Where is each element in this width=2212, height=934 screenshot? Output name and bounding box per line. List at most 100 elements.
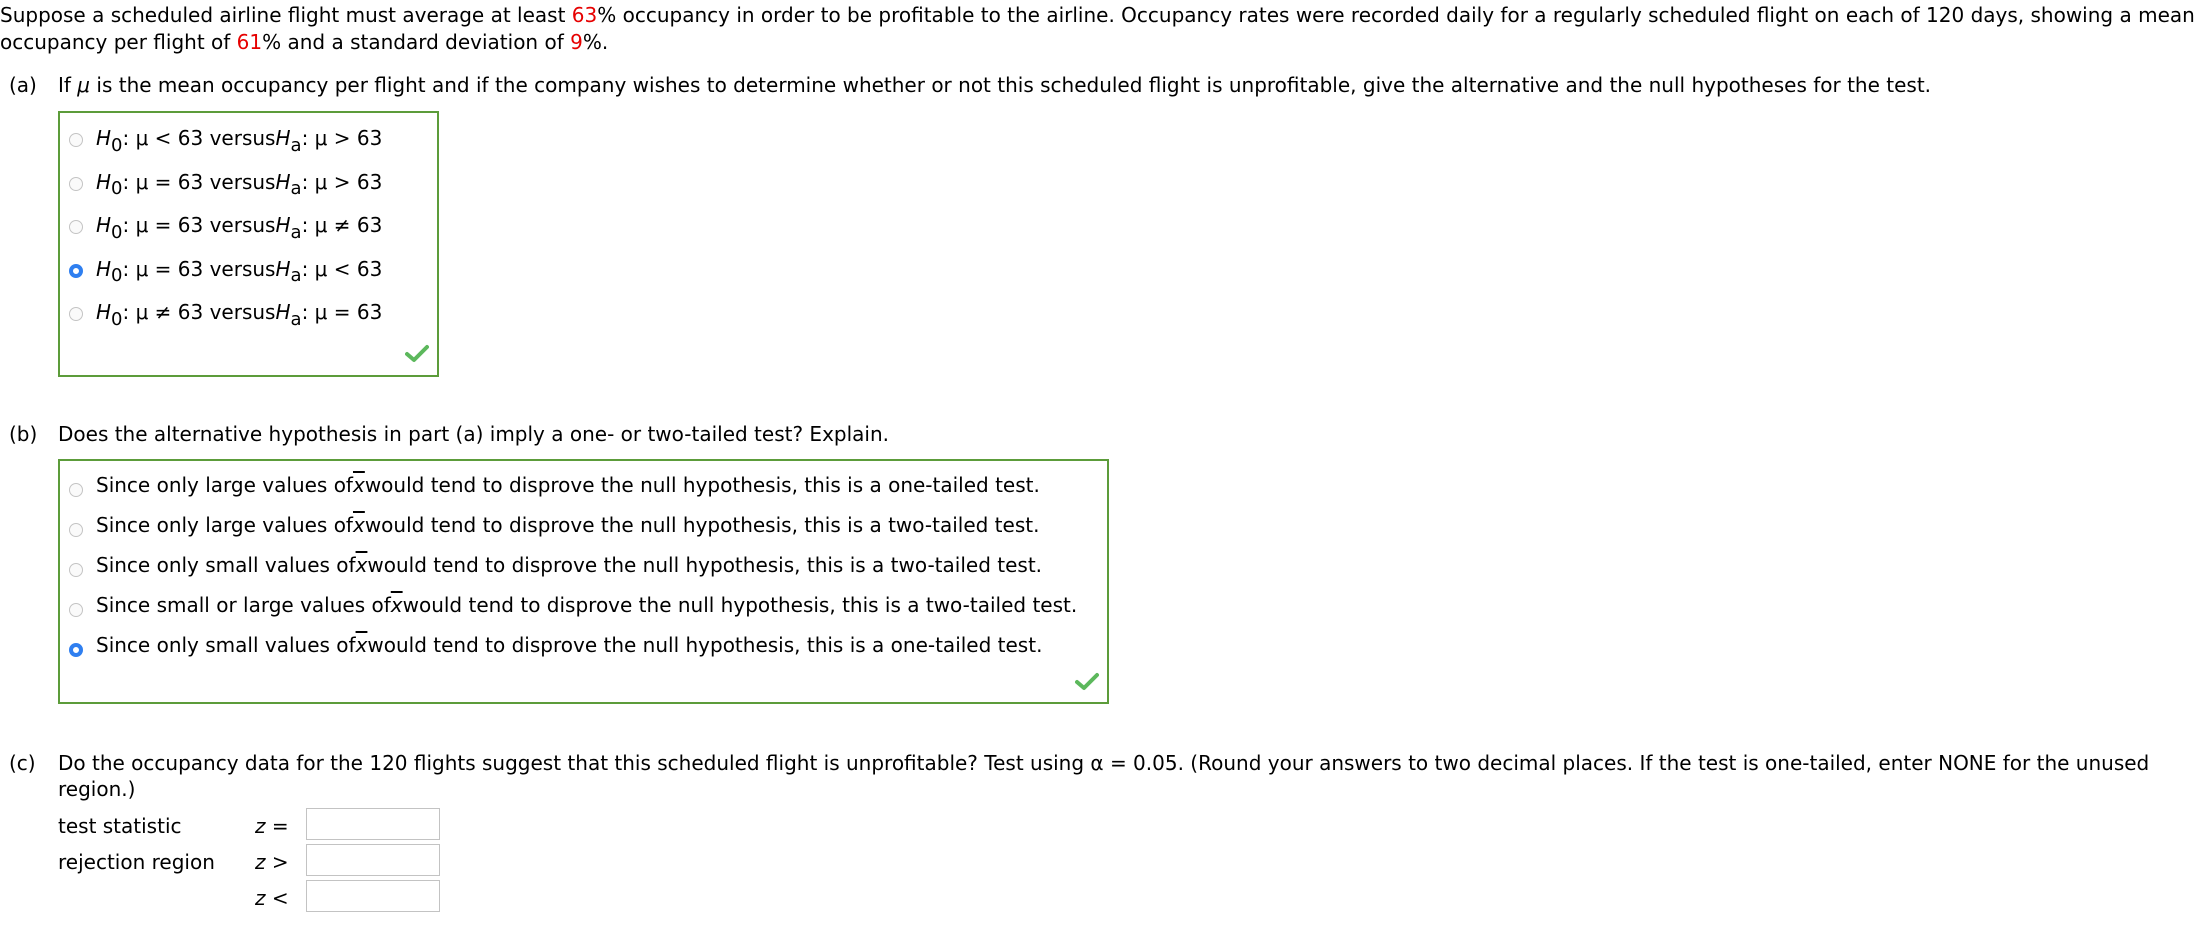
option-text: Since only small values of: [96, 633, 356, 657]
x-bar-symbol: x: [352, 473, 365, 497]
option-text: Since only large values of: [96, 473, 353, 497]
question-text: If: [58, 73, 78, 97]
z-greater-label: z >: [255, 850, 289, 874]
intro-text: % and a standard deviation of: [262, 30, 571, 54]
test-statistic-input[interactable]: [306, 808, 440, 840]
z-symbol: z: [255, 850, 266, 874]
tail-explanation-option[interactable]: Since only large values of x would tend …: [69, 510, 1040, 540]
ha-text: : μ ≠ 63: [301, 213, 383, 237]
h0-text: : μ ≠ 63 versus: [122, 300, 276, 324]
operator: >: [271, 850, 289, 874]
option-text: would tend to disprove the null hypothes…: [364, 473, 1040, 497]
h0-text: : μ < 63 versus: [122, 126, 276, 150]
ha-subscript: a: [290, 178, 302, 199]
option-text: Since only large values of: [96, 513, 353, 537]
ha-text: : μ > 63: [301, 126, 383, 150]
problem-intro: Suppose a scheduled airline flight must …: [0, 2, 2212, 56]
radio-button[interactable]: [69, 176, 83, 191]
h-symbol: H: [96, 169, 112, 194]
h-symbol: H: [96, 300, 112, 324]
ha-subscript: a: [290, 134, 302, 156]
option-text: would tend to disprove the null hypothes…: [364, 513, 1040, 537]
tail-explanation-option[interactable]: Since only small values of x would tend …: [69, 550, 1043, 580]
x-bar-symbol: x: [352, 513, 365, 537]
tail-explanation-option[interactable]: Since only large values of x would tend …: [69, 470, 1040, 500]
hypothesis-option[interactable]: H0: μ = 63 versus Ha: μ > 63: [69, 167, 383, 199]
part-b-question: Does the alternative hypothesis in part …: [58, 422, 890, 446]
ha-text: : μ > 63: [301, 169, 383, 194]
h-symbol: H: [275, 169, 291, 194]
mu-symbol: μ: [77, 73, 91, 97]
intro-text: %.: [582, 30, 609, 54]
z-less-label: z <: [255, 886, 289, 910]
part-b-answer-box: Since only large values of x would tend …: [58, 459, 1109, 704]
x-bar-symbol: x: [355, 553, 368, 577]
h0-text: : μ = 63 versus: [122, 213, 276, 237]
h-symbol: H: [96, 213, 112, 237]
h-symbol: H: [275, 213, 291, 237]
part-c-question-line2: region.): [58, 777, 136, 801]
correct-check-icon: [405, 345, 429, 362]
x-bar-symbol: x: [355, 633, 368, 657]
part-c-label: (c): [9, 751, 36, 775]
hypothesis-option[interactable]: H0: μ = 63 versus Ha: μ ≠ 63: [69, 210, 383, 243]
ha-text: : μ < 63: [301, 256, 383, 281]
z-equals-label: z =: [255, 814, 289, 838]
h-symbol: H: [96, 126, 112, 150]
correct-check-icon: [1075, 673, 1099, 690]
rejection-region-label: rejection region: [58, 850, 215, 874]
std-dev-value: 9: [570, 30, 583, 54]
operator: <: [271, 886, 289, 910]
h-symbol: H: [275, 300, 291, 324]
intro-text: Suppose a scheduled airline flight must …: [0, 3, 572, 27]
radio-button[interactable]: [69, 563, 83, 577]
option-text: Since small or large values of: [96, 593, 391, 617]
radio-button[interactable]: [69, 263, 83, 278]
h0-subscript: 0: [111, 308, 123, 330]
h0-text: : μ = 63 versus: [122, 256, 276, 281]
ha-text: : μ = 63: [301, 300, 383, 324]
radio-button[interactable]: [69, 643, 83, 657]
hypothesis-option[interactable]: H0: μ ≠ 63 versus Ha: μ = 63: [69, 297, 383, 330]
h0-subscript: 0: [111, 178, 123, 199]
mean-occupancy-value: 61: [236, 30, 263, 54]
h0-text: : μ = 63 versus: [122, 169, 276, 194]
hypothesis-option[interactable]: H0: μ < 63 versus Ha: μ > 63: [69, 123, 383, 156]
tail-explanation-option[interactable]: Since only small values of x would tend …: [69, 630, 1043, 660]
rejection-upper-input[interactable]: [306, 844, 440, 876]
option-text: would tend to disprove the null hypothes…: [367, 553, 1043, 577]
radio-button[interactable]: [69, 220, 83, 234]
part-a-label: (a): [9, 73, 37, 97]
h-symbol: H: [96, 256, 112, 281]
radio-button[interactable]: [69, 307, 83, 321]
z-symbol: z: [255, 886, 266, 910]
test-statistic-label: test statistic: [58, 814, 182, 838]
ha-subscript: a: [290, 308, 302, 330]
min-occupancy-value: 63: [571, 3, 598, 27]
x-bar-symbol: x: [390, 593, 403, 617]
h-symbol: H: [275, 126, 291, 150]
h0-subscript: 0: [111, 221, 123, 243]
question-text: is the mean occupancy per flight and if …: [90, 73, 1932, 97]
h-symbol: H: [275, 256, 291, 281]
part-a-question: If μ is the mean occupancy per flight an…: [58, 73, 1931, 97]
option-text: would tend to disprove the null hypothes…: [367, 633, 1043, 657]
z-symbol: z: [255, 814, 266, 838]
operator: =: [271, 814, 289, 838]
radio-button[interactable]: [69, 603, 83, 617]
hypothesis-option[interactable]: H0: μ = 63 versus Ha: μ < 63: [69, 254, 383, 286]
tail-explanation-option[interactable]: Since small or large values of x would t…: [69, 590, 1078, 620]
radio-button[interactable]: [69, 523, 83, 537]
option-text: would tend to disprove the null hypothes…: [402, 593, 1078, 617]
part-a-answer-box: H0: μ < 63 versus Ha: μ > 63 H 0: μ = 63 v…: [58, 111, 439, 377]
radio-button[interactable]: [69, 483, 83, 497]
part-c-question-line1: Do the occupancy data for the 120 flight…: [58, 751, 2150, 775]
part-b-label: (b): [9, 422, 38, 446]
h0-subscript: 0: [111, 134, 123, 156]
rejection-lower-input[interactable]: [306, 880, 440, 912]
ha-subscript: a: [290, 265, 302, 286]
radio-button[interactable]: [69, 133, 83, 147]
option-text: Since only small values of: [96, 553, 356, 577]
h0-subscript: 0: [111, 265, 123, 286]
ha-subscript: a: [290, 221, 302, 243]
